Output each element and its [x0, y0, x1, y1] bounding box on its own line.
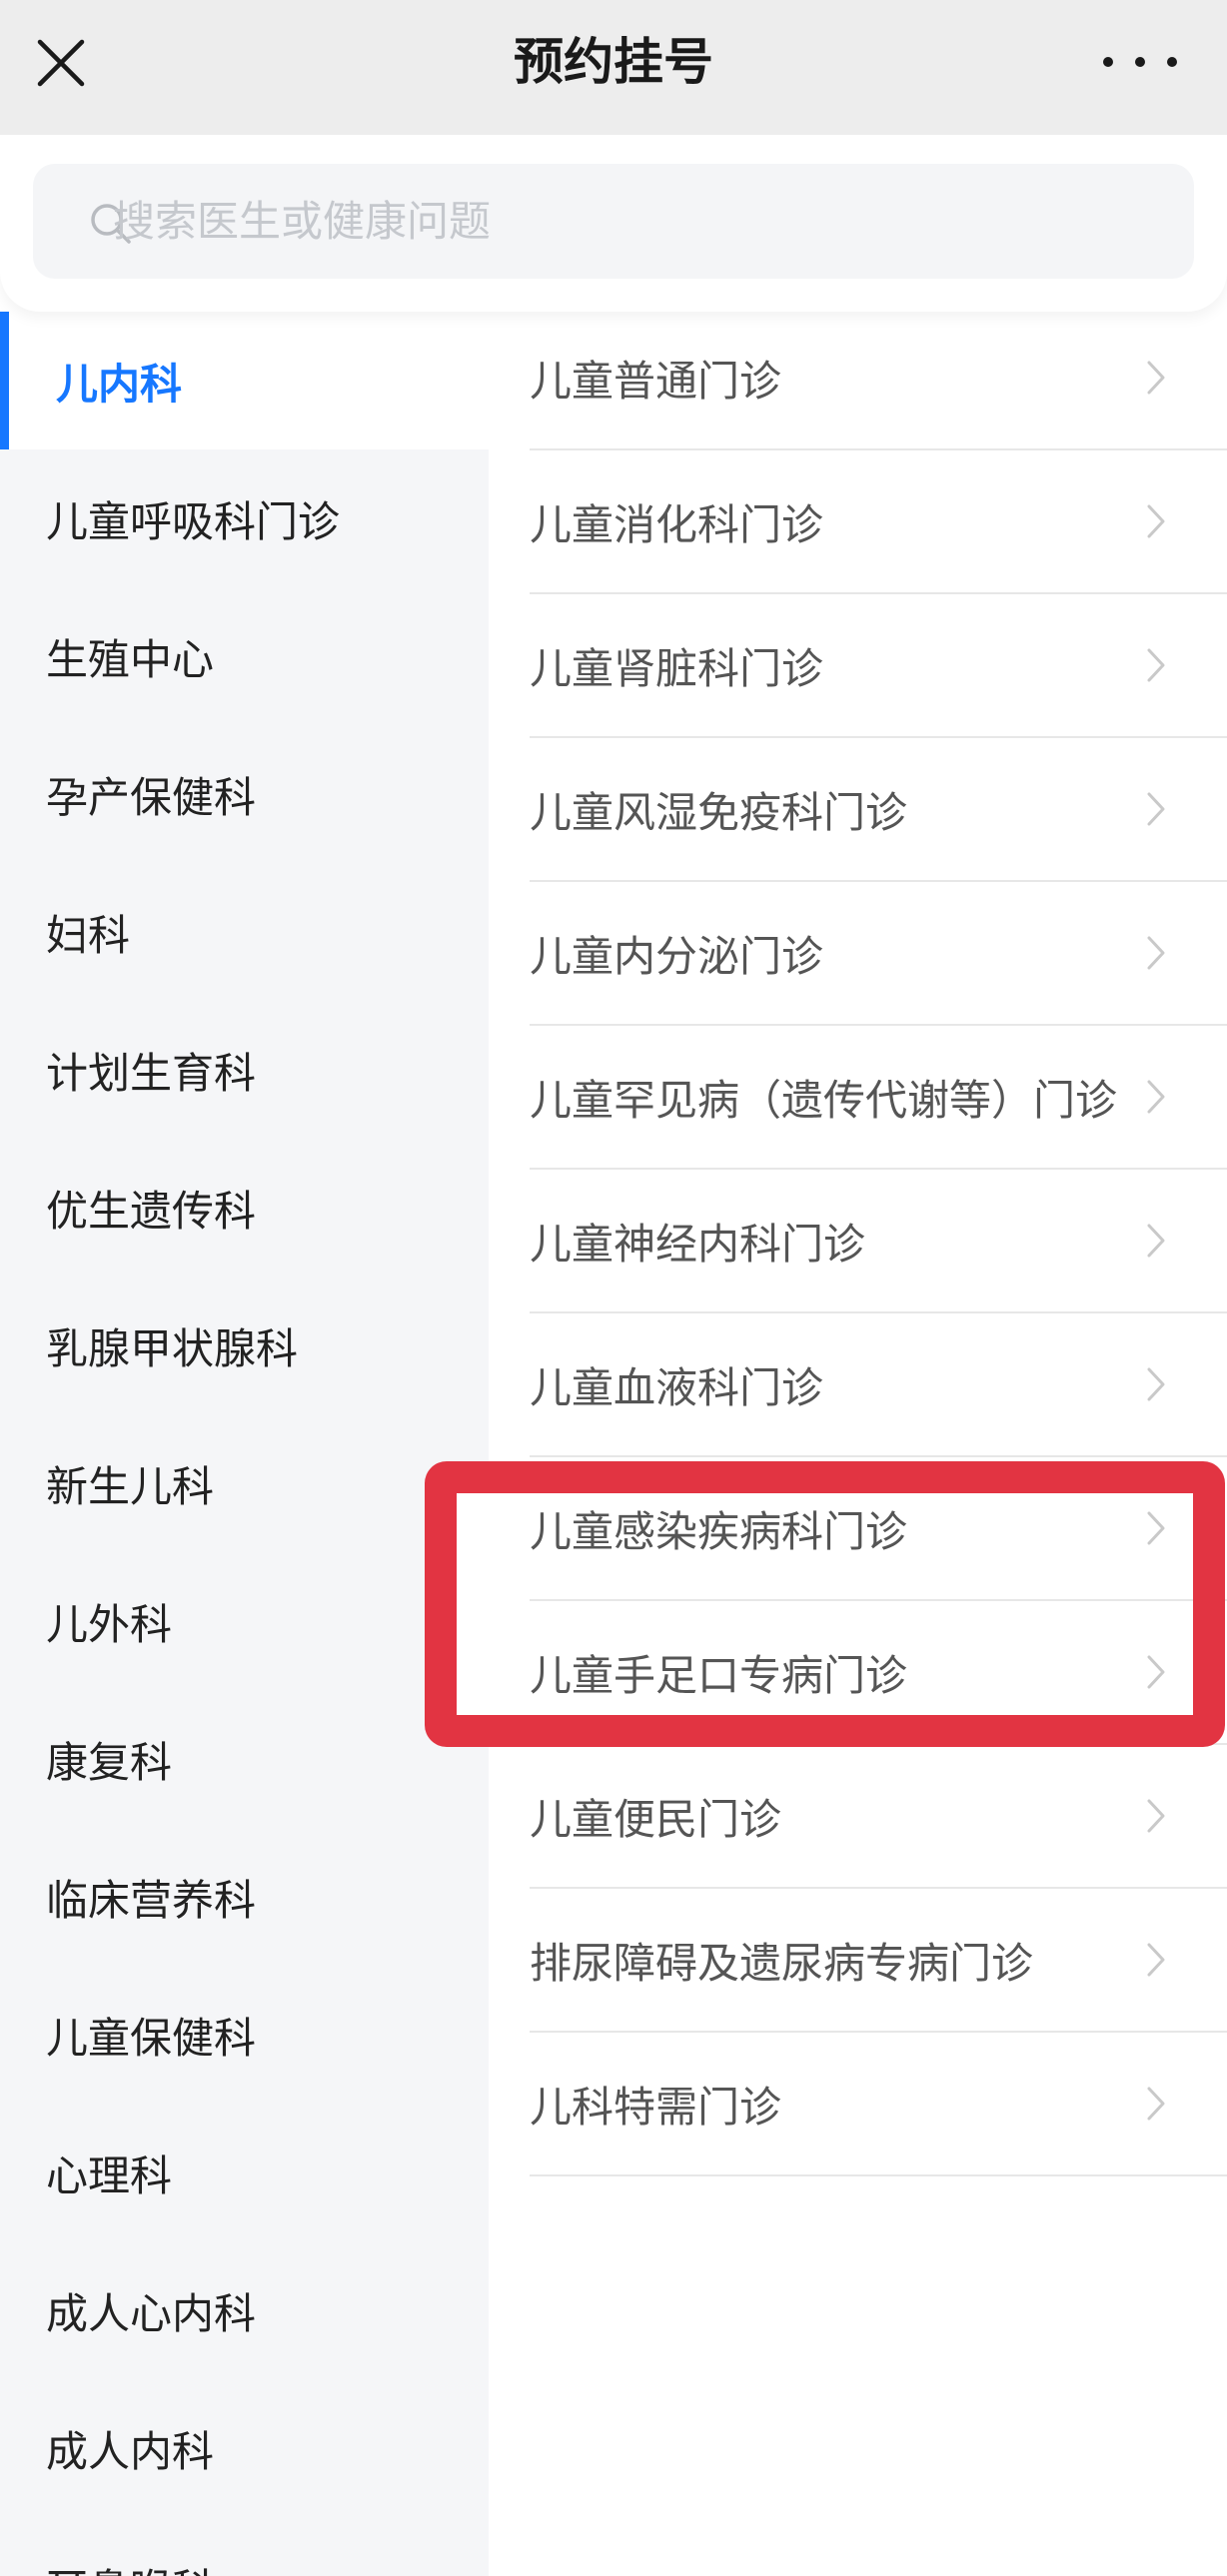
sidebar-item-label: 儿内科	[56, 359, 183, 409]
sidebar-item-label: 儿童呼吸科门诊	[46, 496, 341, 546]
sidebar-item-adult-cardiology[interactable]: 成人心内科	[0, 2241, 489, 2379]
sidebar-item-label: 临床营养科	[46, 1875, 257, 1925]
sidebar-item-label: 耳鼻喉科	[46, 2556, 214, 2576]
page-title: 预约挂号	[514, 33, 713, 91]
chevron-right-icon	[1147, 504, 1165, 538]
clinic-row-convenience[interactable]: 儿童便民门诊	[530, 1745, 1227, 1889]
sidebar-item-label: 儿外科	[46, 1599, 173, 1649]
search-input[interactable]	[113, 164, 1172, 279]
chevron-right-icon	[1147, 1511, 1165, 1545]
clinic-label: 儿童罕见病（遗传代谢等）门诊	[530, 1075, 1118, 1125]
sidebar-item-label: 孕产保健科	[46, 772, 257, 822]
sidebar-item-label: 成人内科	[46, 2426, 215, 2476]
chevron-right-icon	[1147, 2087, 1165, 2121]
chevron-right-icon	[1147, 1943, 1165, 1977]
more-horizontal-icon	[1167, 57, 1177, 67]
clinic-row-special-needs[interactable]: 儿科特需门诊	[530, 2033, 1227, 2176]
sidebar-item-label: 新生儿科	[46, 1461, 215, 1511]
sidebar-item-neonatology[interactable]: 新生儿科	[0, 1414, 489, 1552]
clinic-label: 儿科特需门诊	[530, 2082, 782, 2132]
clinic-row-general[interactable]: 儿童普通门诊	[530, 307, 1227, 450]
clinic-row-rheumatology-immunology[interactable]: 儿童风湿免疫科门诊	[530, 738, 1227, 882]
more-horizontal-icon	[1103, 57, 1113, 67]
sidebar-item-label: 康复科	[46, 1737, 173, 1787]
sidebar-item-label: 妇科	[46, 910, 131, 960]
clinic-row-endocrinology[interactable]: 儿童内分泌门诊	[530, 882, 1227, 1026]
more-horizontal-icon	[1135, 57, 1145, 67]
clinic-label: 排尿障碍及遗尿病专病门诊	[530, 1938, 1034, 1988]
sidebar-item-adult-internal-medicine[interactable]: 成人内科	[0, 2379, 489, 2517]
clinic-label: 儿童普通门诊	[530, 356, 782, 406]
sidebar-item-clinical-nutrition[interactable]: 临床营养科	[0, 1828, 489, 1966]
chevron-right-icon	[1147, 1799, 1165, 1833]
search-box[interactable]	[33, 164, 1194, 279]
chevron-right-icon	[1147, 648, 1165, 682]
clinic-row-gastroenterology[interactable]: 儿童消化科门诊	[530, 450, 1227, 594]
clinic-row-nephrology[interactable]: 儿童肾脏科门诊	[530, 594, 1227, 738]
chevron-right-icon	[1147, 1080, 1165, 1114]
clinic-row-infectious-diseases[interactable]: 儿童感染疾病科门诊	[530, 1457, 1227, 1601]
more-button[interactable]	[1103, 44, 1177, 80]
sidebar-item-pediatric-surgery[interactable]: 儿外科	[0, 1552, 489, 1690]
sidebar-item-label: 优生遗传科	[46, 1186, 257, 1236]
sidebar-item-breast-thyroid[interactable]: 乳腺甲状腺科	[0, 1277, 489, 1414]
selected-indicator	[0, 312, 9, 449]
search-panel	[0, 135, 1227, 312]
clinic-row-hematology[interactable]: 儿童血液科门诊	[530, 1313, 1227, 1457]
sidebar-item-eugenics-genetics[interactable]: 优生遗传科	[0, 1139, 489, 1277]
close-icon	[37, 39, 85, 87]
sidebar-item-ent[interactable]: 耳鼻喉科	[0, 2517, 489, 2576]
sidebar-item-label: 生殖中心	[46, 634, 215, 684]
sidebar-item-label: 成人心内科	[46, 2288, 257, 2338]
clinic-row-hand-foot-mouth[interactable]: 儿童手足口专病门诊	[530, 1601, 1227, 1745]
clinic-list: 儿童普通门诊 儿童消化科门诊 儿童肾脏科门诊 儿童风湿免疫科门诊 儿童内分泌门诊…	[489, 307, 1227, 2176]
chevron-right-icon	[1147, 1224, 1165, 1258]
clinic-row-rare-diseases[interactable]: 儿童罕见病（遗传代谢等）门诊	[530, 1026, 1227, 1170]
clinic-label: 儿童血液科门诊	[530, 1362, 824, 1412]
sidebar-item-label: 计划生育科	[46, 1048, 257, 1098]
clinic-label: 儿童感染疾病科门诊	[530, 1506, 908, 1556]
top-bar: 预约挂号	[0, 0, 1227, 135]
chevron-right-icon	[1147, 1367, 1165, 1401]
sidebar-item-psychology[interactable]: 心理科	[0, 2104, 489, 2241]
sidebar-item-pediatric-respiratory[interactable]: 儿童呼吸科门诊	[0, 449, 489, 587]
close-button[interactable]	[33, 35, 89, 91]
clinic-label: 儿童风湿免疫科门诊	[530, 787, 908, 837]
chevron-right-icon	[1147, 361, 1165, 395]
sidebar-item-maternal-care[interactable]: 孕产保健科	[0, 725, 489, 863]
clinic-label: 儿童肾脏科门诊	[530, 643, 824, 693]
department-sidebar: 儿内科 儿童呼吸科门诊 生殖中心 孕产保健科 妇科 计划生育科 优生遗传科 乳腺…	[0, 312, 489, 2576]
clinic-row-urination-enuresis[interactable]: 排尿障碍及遗尿病专病门诊	[530, 1889, 1227, 2033]
sidebar-item-label: 乳腺甲状腺科	[46, 1323, 299, 1373]
sidebar-item-rehabilitation[interactable]: 康复科	[0, 1690, 489, 1828]
clinic-label: 儿童手足口专病门诊	[530, 1650, 908, 1700]
clinic-label: 儿童便民门诊	[530, 1794, 782, 1844]
clinic-label: 儿童消化科门诊	[530, 499, 824, 549]
sidebar-item-child-health[interactable]: 儿童保健科	[0, 1966, 489, 2104]
clinic-label: 儿童内分泌门诊	[530, 931, 824, 981]
clinic-label: 儿童神经内科门诊	[530, 1219, 866, 1269]
sidebar-item-reproductive-center[interactable]: 生殖中心	[0, 587, 489, 725]
chevron-right-icon	[1147, 1655, 1165, 1689]
sidebar-item-gynecology[interactable]: 妇科	[0, 863, 489, 1001]
sidebar-item-label: 心理科	[46, 2150, 173, 2200]
sidebar-item-label: 儿童保健科	[46, 2013, 257, 2063]
chevron-right-icon	[1147, 792, 1165, 826]
sidebar-item-pediatrics[interactable]: 儿内科	[0, 312, 489, 449]
sidebar-item-family-planning[interactable]: 计划生育科	[0, 1001, 489, 1139]
clinic-row-neurology[interactable]: 儿童神经内科门诊	[530, 1170, 1227, 1313]
chevron-right-icon	[1147, 936, 1165, 970]
